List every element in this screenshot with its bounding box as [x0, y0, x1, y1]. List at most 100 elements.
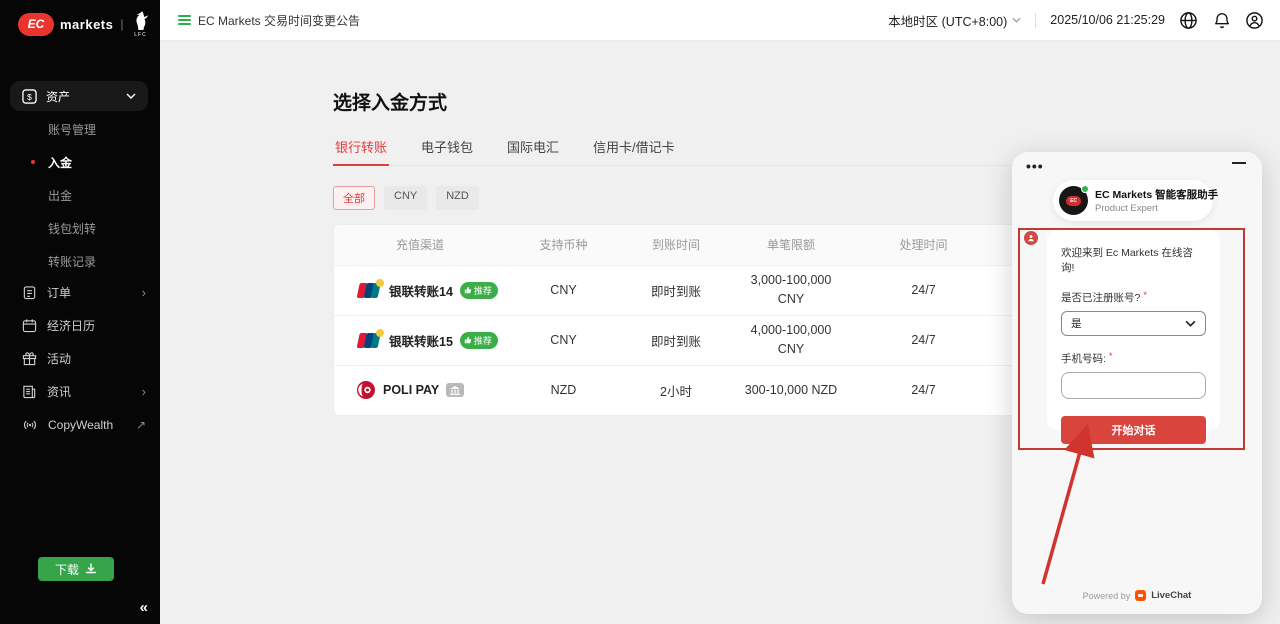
registered-question-label: 是否已注册账号?* — [1061, 290, 1206, 305]
badge-dot — [376, 279, 384, 287]
channel-name: 银联转账15 — [389, 331, 453, 350]
download-button[interactable]: 下载 — [38, 557, 114, 581]
filter-cny[interactable]: CNY — [384, 186, 427, 210]
registered-select[interactable]: 是 — [1061, 311, 1206, 336]
recommended-badge: 推荐 — [460, 282, 498, 299]
person-icon — [1027, 234, 1035, 242]
sidebar-item-news[interactable]: 资讯 › — [0, 375, 160, 408]
chat-menu-button[interactable]: ••• — [1026, 158, 1044, 174]
required-asterisk: * — [1109, 351, 1113, 361]
sidebar-collapse-button[interactable]: « — [140, 599, 148, 616]
external-link-icon: ↗ — [136, 418, 146, 432]
active-dot — [31, 160, 35, 164]
gift-icon — [22, 351, 37, 366]
divider — [1035, 13, 1036, 28]
tab-ewallet[interactable]: 电子钱包 — [419, 131, 475, 165]
col-header-limit: 单笔限额 — [731, 225, 851, 265]
signal-icon — [22, 418, 38, 432]
chevron-right-icon: › — [142, 384, 146, 399]
sidebar-group-assets[interactable]: $ 资产 — [10, 81, 148, 111]
announcement-banner[interactable]: EC Markets 交易时间变更公告 — [178, 12, 360, 29]
cell-processing: 24/7 — [851, 265, 996, 315]
sidebar-item-label: 钱包划转 — [48, 220, 96, 237]
badge-label: 推荐 — [474, 334, 492, 347]
sidebar: EC markets | LFC $ 资产 账号管理 入金 出金 钱包划转 转账… — [0, 0, 160, 624]
language-globe-icon[interactable] — [1179, 11, 1198, 30]
cell-limit: 300-10,000 NZD — [738, 381, 844, 400]
cell-arrival: 即时到账 — [621, 315, 731, 365]
filter-nzd[interactable]: NZD — [436, 186, 479, 210]
lfc-logo: LFC — [131, 10, 151, 38]
badge-label: 推荐 — [474, 284, 492, 297]
dollar-icon: $ — [22, 89, 37, 104]
tab-bank-transfer[interactable]: 银行转账 — [333, 131, 389, 165]
sidebar-item-label: 账号管理 — [48, 121, 96, 138]
chat-minimize-button[interactable] — [1232, 162, 1246, 164]
sidebar-item-label: 入金 — [48, 154, 72, 171]
sidebar-item-label: 活动 — [47, 350, 146, 367]
cell-arrival: 2小时 — [621, 365, 731, 415]
sidebar-item-wallet-transfer[interactable]: 钱包划转 — [0, 212, 160, 245]
cell-processing: 24/7 — [851, 365, 996, 415]
sidebar-item-label: 资讯 — [47, 383, 132, 400]
brand-name: markets — [60, 17, 113, 32]
recommended-badge: 推荐 — [460, 332, 498, 349]
datetime-label: 2025/10/06 21:25:29 — [1050, 13, 1165, 27]
badge-dot — [376, 329, 384, 337]
announcement-icon — [178, 15, 191, 25]
tab-credit-debit-card[interactable]: 信用卡/借记卡 — [591, 131, 677, 165]
start-chat-button[interactable]: 开始对话 — [1061, 416, 1206, 444]
sidebar-item-orders[interactable]: 订单 › — [0, 276, 160, 309]
page-title: 选择入金方式 — [333, 88, 1280, 115]
download-label: 下载 — [55, 561, 79, 578]
liver-bird-icon — [131, 10, 151, 32]
agent-avatar: EC — [1059, 186, 1088, 215]
sidebar-main-menu: 订单 › 经济日历 活动 资讯 › CopyWealth ↗ — [0, 276, 160, 441]
cell-limit: 4,000-100,000 CNY — [738, 321, 844, 359]
account-avatar-icon[interactable] — [1245, 11, 1264, 30]
cell-processing: 24/7 — [851, 315, 996, 365]
tab-international-wire[interactable]: 国际电汇 — [505, 131, 561, 165]
filter-all[interactable]: 全部 — [333, 186, 375, 210]
download-icon — [85, 563, 97, 575]
unionpay-icon — [356, 332, 382, 349]
sidebar-item-label: 订单 — [47, 284, 132, 301]
timezone-selector[interactable]: 本地时区 (UTC+8:00) — [888, 11, 1021, 30]
bank-badge — [446, 383, 464, 397]
col-header-processing: 处理时间 — [851, 225, 996, 265]
poli-pay-icon — [356, 380, 376, 400]
agent-name: EC Markets 智能客服助手 — [1095, 187, 1218, 202]
thumbs-up-icon — [464, 336, 472, 344]
phone-input[interactable] — [1061, 372, 1206, 399]
notifications-bell-icon[interactable] — [1212, 11, 1231, 30]
logo-separator: | — [120, 17, 123, 31]
chevron-down-icon — [1185, 320, 1196, 327]
sidebar-item-copywealth[interactable]: CopyWealth ↗ — [0, 408, 160, 441]
pre-chat-form: 欢迎来到 Ec Markets 在线咨询! 是否已注册账号?* 是 手机号码:*… — [1047, 230, 1220, 430]
chevron-down-icon — [1012, 17, 1021, 23]
sidebar-item-activities[interactable]: 活动 — [0, 342, 160, 375]
agent-role: Product Expert — [1095, 203, 1218, 214]
cell-limit: 3,000-100,000 CNY — [738, 271, 844, 309]
sidebar-item-account-management[interactable]: 账号管理 — [0, 113, 160, 146]
powered-by-label: Powered by — [1083, 591, 1131, 601]
sidebar-item-transfer-records[interactable]: 转账记录 — [0, 245, 160, 278]
sidebar-item-deposit[interactable]: 入金 — [0, 146, 160, 179]
cell-currency: CNY — [506, 265, 621, 315]
welcome-message: 欢迎来到 Ec Markets 在线咨询! — [1061, 245, 1206, 275]
sidebar-item-withdraw[interactable]: 出金 — [0, 179, 160, 212]
livechat-logo-icon — [1135, 590, 1146, 601]
chat-footer: Powered by LiveChat — [1012, 590, 1262, 601]
livechat-brand-label[interactable]: LiveChat — [1151, 590, 1191, 601]
sidebar-item-label: 出金 — [48, 187, 72, 204]
sidebar-item-economic-calendar[interactable]: 经济日历 — [0, 309, 160, 342]
annotation-arrow — [1030, 420, 1105, 592]
sidebar-group-label: 资产 — [46, 88, 117, 105]
unionpay-icon — [356, 282, 382, 299]
cell-arrival: 即时到账 — [621, 265, 731, 315]
timezone-label: 本地时区 (UTC+8:00) — [888, 11, 1007, 30]
sidebar-item-label: 经济日历 — [47, 317, 146, 334]
thumbs-up-icon — [464, 286, 472, 294]
ec-logo-icon: EC — [18, 13, 54, 36]
sidebar-sub-menu: 账号管理 入金 出金 钱包划转 转账记录 — [0, 113, 160, 278]
